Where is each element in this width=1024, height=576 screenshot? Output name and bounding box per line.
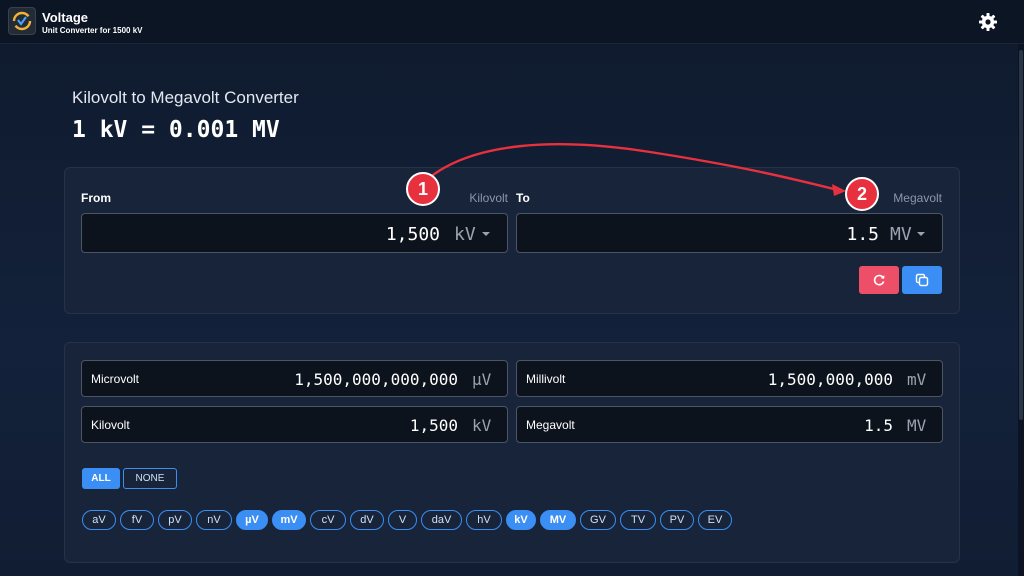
unit-chip-kv[interactable]: kV bbox=[506, 510, 536, 530]
app-subtitle: Unit Converter for 1500 kV bbox=[42, 26, 143, 35]
app-logo-icon bbox=[8, 7, 36, 35]
settings-button[interactable] bbox=[977, 11, 999, 33]
unit-chip-dav[interactable]: daV bbox=[421, 510, 462, 530]
gear-icon bbox=[979, 13, 997, 31]
select-none-button[interactable]: NONE bbox=[123, 468, 177, 489]
refresh-icon bbox=[873, 274, 885, 286]
app-title: Voltage bbox=[42, 10, 88, 25]
scrollbar-thumb[interactable] bbox=[1019, 50, 1023, 420]
from-unit-select[interactable]: kV bbox=[454, 224, 476, 245]
result-row[interactable]: Kilovolt 1,500 kV bbox=[81, 406, 508, 443]
unit-chip-nv[interactable]: nV bbox=[196, 510, 232, 530]
result-row[interactable]: Microvolt 1,500,000,000,000 µV bbox=[81, 360, 508, 397]
unit-chip-pv[interactable]: pV bbox=[158, 510, 192, 530]
annotation-badge-2: 2 bbox=[845, 177, 879, 211]
unit-chip-mv[interactable]: mV bbox=[272, 510, 306, 530]
from-label: From bbox=[81, 191, 111, 205]
result-unit: kV bbox=[472, 416, 492, 435]
page-heading: Kilovolt to Megavolt Converter bbox=[72, 88, 299, 107]
unit-chip-gv[interactable]: GV bbox=[580, 510, 616, 530]
result-unit: µV bbox=[472, 370, 492, 389]
unit-chip-tv[interactable]: TV bbox=[620, 510, 656, 530]
top-bar: Voltage Unit Converter for 1500 kV bbox=[0, 0, 1024, 44]
unit-chip-dv[interactable]: dV bbox=[350, 510, 384, 530]
chevron-down-icon[interactable] bbox=[917, 232, 925, 236]
copy-icon bbox=[915, 273, 929, 287]
unit-chip-ev[interactable]: EV bbox=[698, 510, 732, 530]
to-output[interactable]: 1.5 MV bbox=[516, 213, 943, 253]
result-value[interactable]: 1,500,000,000 bbox=[517, 370, 893, 389]
result-value[interactable]: 1.5 bbox=[517, 416, 893, 435]
result-value[interactable]: 1,500 bbox=[82, 416, 458, 435]
unit-chip-uv[interactable]: µV bbox=[236, 510, 268, 530]
result-value[interactable]: 1,500,000,000,000 bbox=[82, 370, 458, 389]
result-row[interactable]: Millivolt 1,500,000,000 mV bbox=[516, 360, 943, 397]
from-input[interactable]: 1,500 kV bbox=[81, 213, 508, 253]
reset-button[interactable] bbox=[859, 266, 899, 294]
to-unit-select[interactable]: MV bbox=[890, 224, 912, 245]
unit-chip-pev[interactable]: PV bbox=[660, 510, 694, 530]
result-row[interactable]: Megavolt 1.5 MV bbox=[516, 406, 943, 443]
to-label: To bbox=[516, 191, 530, 205]
unit-chip-fv[interactable]: fV bbox=[120, 510, 154, 530]
from-value[interactable]: 1,500 bbox=[82, 224, 440, 245]
conversion-formula: 1 kV = 0.001 MV bbox=[72, 117, 280, 143]
result-unit: MV bbox=[907, 416, 927, 435]
copy-button[interactable] bbox=[902, 266, 942, 294]
unit-chip-hv[interactable]: hV bbox=[466, 510, 502, 530]
result-unit: mV bbox=[907, 370, 927, 389]
select-all-button[interactable]: ALL bbox=[82, 468, 120, 489]
to-value[interactable]: 1.5 bbox=[517, 224, 879, 245]
unit-chip-cv[interactable]: cV bbox=[310, 510, 346, 530]
chevron-down-icon[interactable] bbox=[482, 232, 490, 236]
unit-chip-megav[interactable]: MV bbox=[540, 510, 576, 530]
unit-chip-av[interactable]: aV bbox=[82, 510, 116, 530]
annotation-badge-1: 1 bbox=[406, 172, 440, 206]
unit-chip-v[interactable]: V bbox=[388, 510, 417, 530]
